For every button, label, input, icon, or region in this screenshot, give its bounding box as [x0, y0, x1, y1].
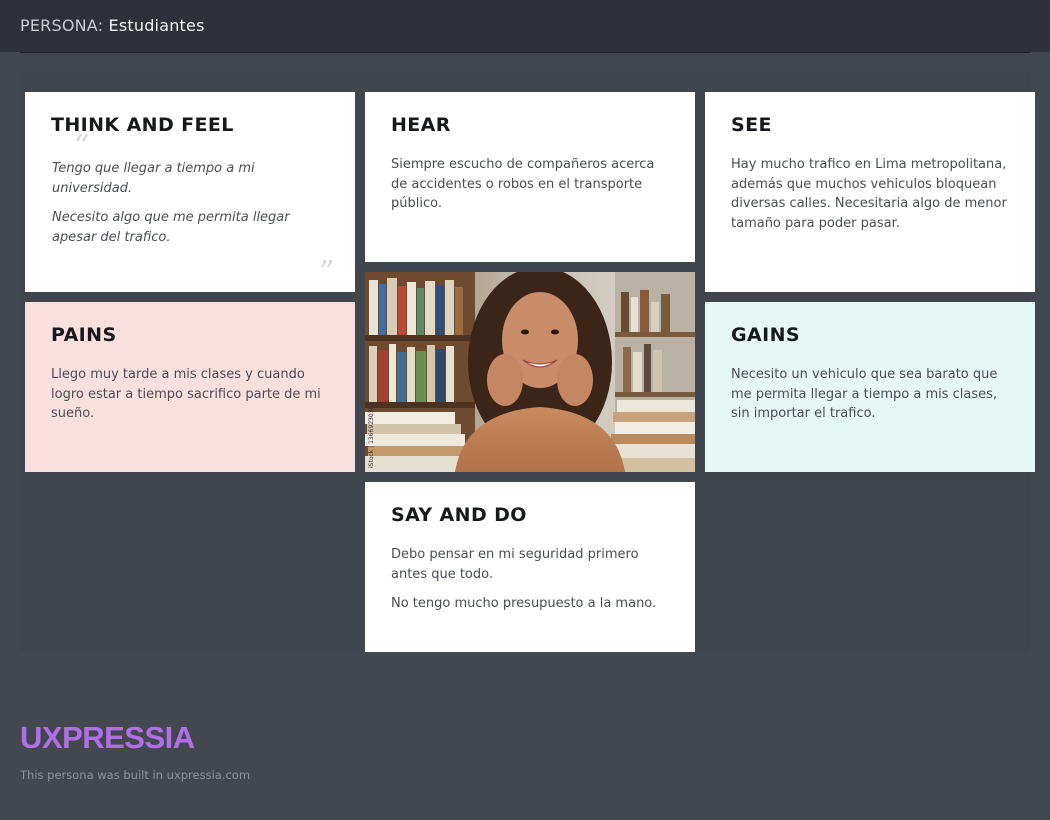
- pains-title: PAINS: [51, 324, 117, 346]
- hear-title: HEAR: [391, 114, 451, 136]
- hear-text: Siempre escucho de compañeros acerca de …: [391, 157, 655, 211]
- hear-card[interactable]: HEAR Siempre escucho de compañeros acerc…: [365, 92, 695, 262]
- gains-card[interactable]: GAINS Necesito un vehiculo que sea barat…: [705, 302, 1035, 472]
- persona-photo[interactable]: iStock | 1366923038: [365, 272, 695, 472]
- photo-watermark: iStock | 1366923038: [368, 406, 375, 468]
- persona-title: PERSONA: Estudiantes: [20, 16, 205, 35]
- say-item-2: No tengo mucho presupuesto a la mano.: [391, 596, 657, 611]
- persona-label: PERSONA:: [20, 16, 104, 35]
- see-title: SEE: [731, 114, 772, 136]
- header-divider: [20, 52, 1030, 53]
- pains-text: Llego muy tarde a mis clases y cuando lo…: [51, 367, 321, 421]
- think-and-feel-title: THINK AND FEEL: [51, 114, 234, 136]
- open-quote-icon: “: [74, 129, 90, 164]
- think-quote-2: Necesito algo que me permita llegar apes…: [52, 210, 290, 245]
- say-item-1: Debo pensar en mi seguridad primero ante…: [391, 547, 639, 582]
- think-quote-1: Tengo que llegar a tiempo a mi universid…: [52, 161, 255, 196]
- persona-name[interactable]: Estudiantes: [109, 16, 205, 35]
- footer-credit: This persona was built in uxpressia.com: [20, 768, 251, 782]
- gains-title: GAINS: [731, 324, 800, 346]
- gains-text: Necesito un vehiculo que sea barato que …: [731, 367, 998, 421]
- top-bar: PERSONA: Estudiantes: [0, 0, 1050, 52]
- uxpressia-logo[interactable]: UXPRESSIA: [20, 720, 195, 756]
- say-and-do-title: SAY AND DO: [391, 504, 527, 526]
- student-library-image: iStock | 1366923038: [365, 272, 695, 472]
- see-text: Hay mucho trafico en Lima metropolitana,…: [731, 157, 1007, 231]
- pains-card[interactable]: PAINS Llego muy tarde a mis clases y cua…: [25, 302, 355, 472]
- think-and-feel-card[interactable]: THINK AND FEEL Tengo que llegar a tiempo…: [25, 92, 355, 292]
- see-card[interactable]: SEE Hay mucho trafico en Lima metropolit…: [705, 92, 1035, 292]
- close-quote-icon: ”: [319, 255, 335, 290]
- say-and-do-card[interactable]: SAY AND DO Debo pensar en mi seguridad p…: [365, 482, 695, 652]
